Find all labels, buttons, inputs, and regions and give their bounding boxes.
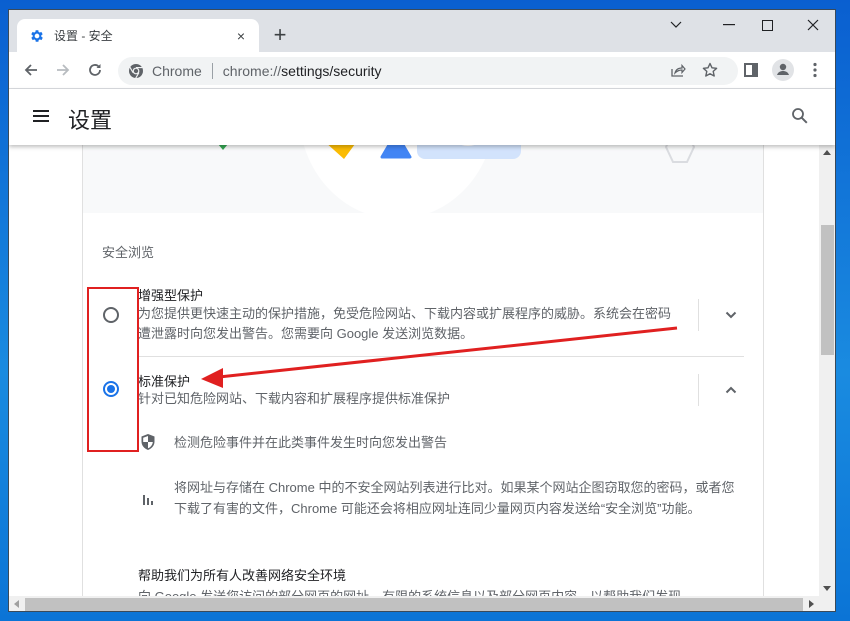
divider [138,356,744,357]
detail-text: 检测危险事件并在此类事件发生时向您发出警告 [174,435,448,450]
chrome-logo-icon [128,63,144,79]
banner-shapes [218,145,696,163]
hamburger-menu-icon [33,110,51,122]
security-banner-illustration [83,145,763,213]
option-desc-standard: 针对已知危险网站、下载内容和扩展程序提供标准保护 [138,391,451,406]
share-button[interactable] [665,57,691,83]
scrollbar-corner [819,596,835,611]
close-window-button[interactable] [790,10,835,40]
arrow-right-icon [57,64,70,76]
scroll-left-icon[interactable] [14,600,19,608]
arrow-left-icon [24,64,37,76]
scroll-right-icon[interactable] [809,600,814,608]
green-diamond-shape [218,145,228,150]
tab-close-icon[interactable]: × [233,28,249,44]
bookmark-star-icon [702,62,718,77]
blue-triangle-shape [380,145,412,159]
new-tab-button[interactable]: + [268,22,292,48]
maximize-icon [761,19,773,31]
scroll-up-icon[interactable] [823,150,831,155]
chevron-up-icon [725,386,737,394]
tab-search-button[interactable] [661,10,691,40]
horizontal-scrollbar[interactable] [9,596,819,611]
gear-icon [29,28,45,44]
vertical-scrollbar[interactable] [819,145,835,596]
security-card: 安全浏览 增强型保护 为您提供更快速主动的保护措施，免受危险网站、下载内容或扩展… [82,145,764,596]
settings-header: 设置 [9,89,835,145]
chevron-down-icon [725,311,737,319]
page-title: 设置 [68,108,113,133]
divider [698,374,699,406]
forward-button[interactable] [50,57,76,83]
yellow-shape [328,145,355,159]
side-panel-button[interactable] [737,56,765,84]
help-improve-desc: 向 Google 发送您访问的部分网页的网址、有限的系统信息以及部分网页内容，以… [138,586,681,596]
bar-chart-icon [138,489,158,509]
horizontal-scroll-thumb[interactable] [25,598,803,611]
browser-window: 设置 - 安全 × + Chrome chrome://settings/sec… [8,9,836,612]
minimize-icon [723,24,735,26]
search-settings-button[interactable] [791,107,811,127]
detail-text: 将网址与存储在 Chrome 中的不安全网站列表进行比对。如果某个网站企图窃取您… [174,480,735,516]
side-panel-icon [744,63,758,77]
site-chip: Chrome [152,63,202,79]
address-bar[interactable]: Chrome chrome://settings/security [118,57,738,85]
more-menu-button[interactable] [801,56,829,84]
section-label-safe-browsing: 安全浏览 [102,245,155,260]
url-scheme: chrome:// [222,63,282,79]
reload-icon [89,64,101,76]
lightblue-card-shape [417,145,521,159]
tab-strip: 设置 - 安全 × + [9,10,835,52]
collapse-standard-button[interactable] [719,378,743,402]
tab-title: 设置 - 安全 [54,29,113,43]
grey-hexagon-shape [664,145,696,163]
chevron-down-icon [670,21,682,28]
expand-enhanced-button[interactable] [719,303,743,327]
maximize-button[interactable] [744,10,790,40]
reload-button[interactable] [82,57,108,83]
shield-icon [138,432,158,452]
tab-settings-security[interactable]: 设置 - 安全 × [17,19,259,52]
share-icon [671,63,686,77]
url-text[interactable]: chrome://settings/security [223,63,382,79]
vertical-scroll-thumb[interactable] [821,225,834,355]
option-desc-enhanced: 为您提供更快速主动的保护措施，免受危险网站、下载内容或扩展程序的威胁。系统会在密… [138,306,672,341]
profile-avatar-icon [772,59,794,81]
option-title-enhanced: 增强型保护 [138,288,204,303]
url-path: settings/security [281,63,382,79]
main-menu-button[interactable] [33,108,51,126]
help-improve-title: 帮助我们为所有人改善网络安全环境 [138,568,347,583]
search-icon [792,108,808,124]
option-title-standard: 标准保护 [138,374,191,389]
more-menu-icon [813,62,817,78]
profile-button[interactable] [769,56,797,84]
scroll-down-icon[interactable] [823,586,831,591]
back-button[interactable] [18,57,44,83]
browser-toolbar: Chrome chrome://settings/security [9,52,835,89]
divider [211,63,213,79]
annotation-highlight-box [87,287,139,452]
close-icon [807,19,819,31]
bookmark-button[interactable] [697,57,723,83]
divider [698,299,699,331]
